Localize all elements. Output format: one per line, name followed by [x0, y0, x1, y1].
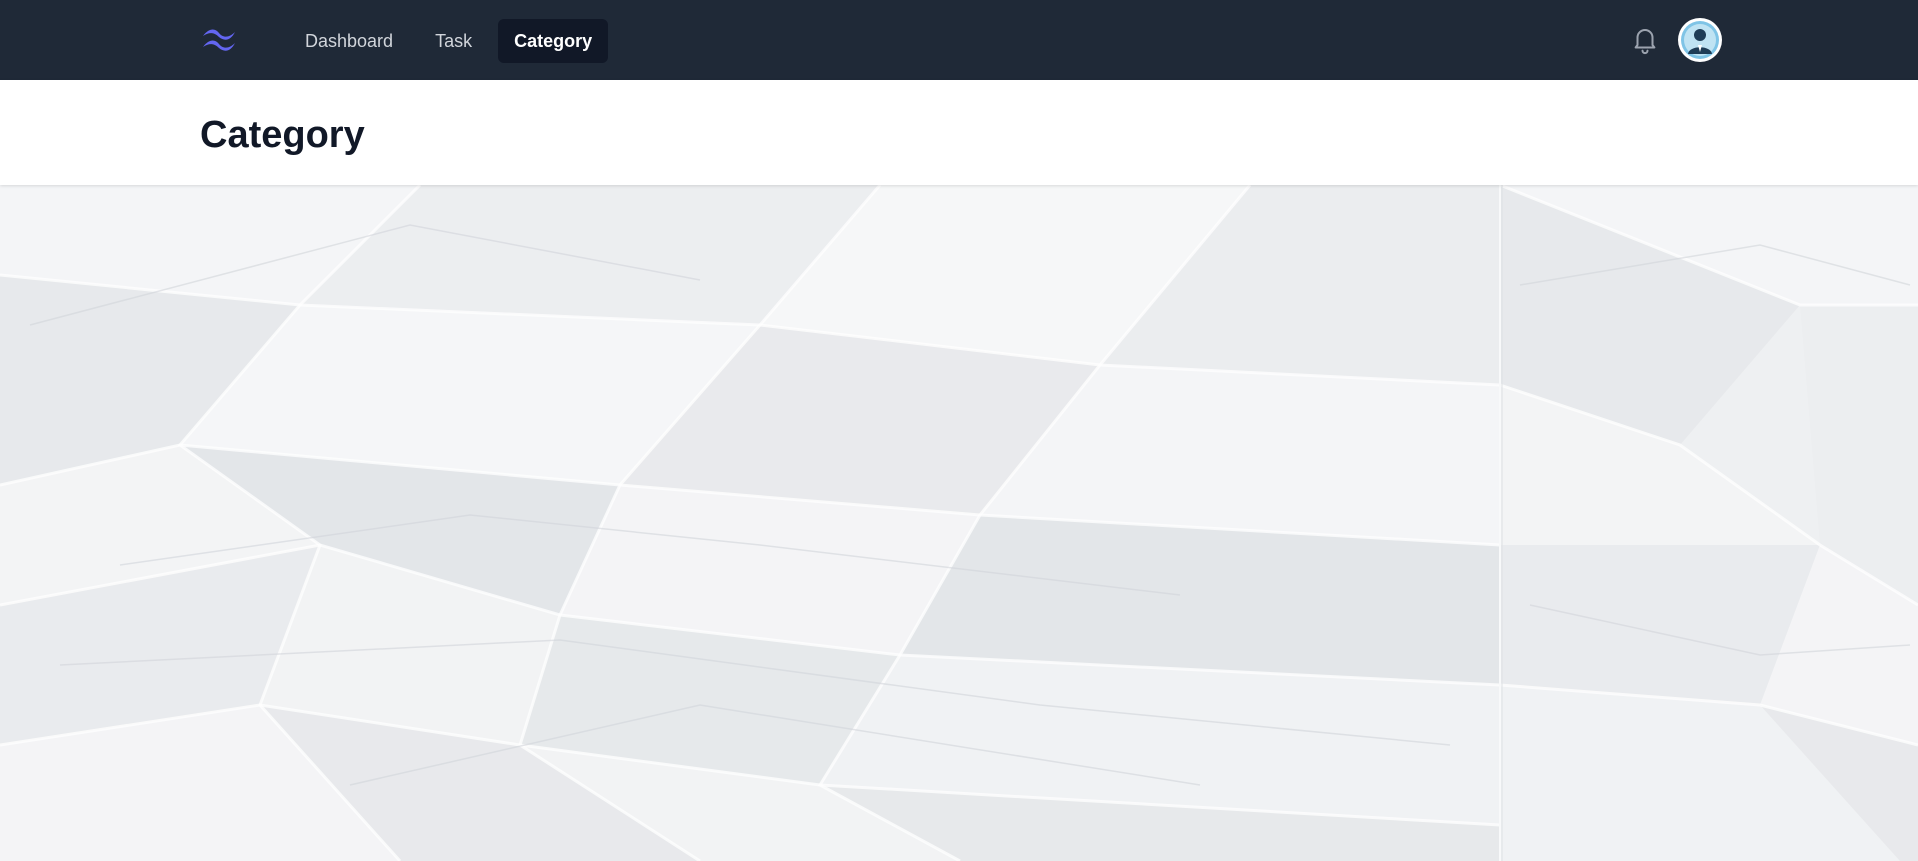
- crumpled-paper-background: [0, 185, 1918, 861]
- nav-link-task[interactable]: Task: [419, 19, 488, 63]
- bell-icon[interactable]: [1630, 25, 1660, 55]
- nav-link-category[interactable]: Category: [498, 19, 609, 63]
- nav-links: Dashboard Task Category: [289, 19, 609, 63]
- top-navbar: Dashboard Task Category: [0, 0, 1918, 80]
- avatar-image: [1681, 21, 1719, 59]
- page-title: Category: [200, 114, 365, 156]
- user-avatar[interactable]: [1680, 20, 1720, 60]
- main-content: [0, 185, 1918, 861]
- logo-icon[interactable]: [199, 26, 239, 54]
- nav-link-dashboard[interactable]: Dashboard: [289, 19, 409, 63]
